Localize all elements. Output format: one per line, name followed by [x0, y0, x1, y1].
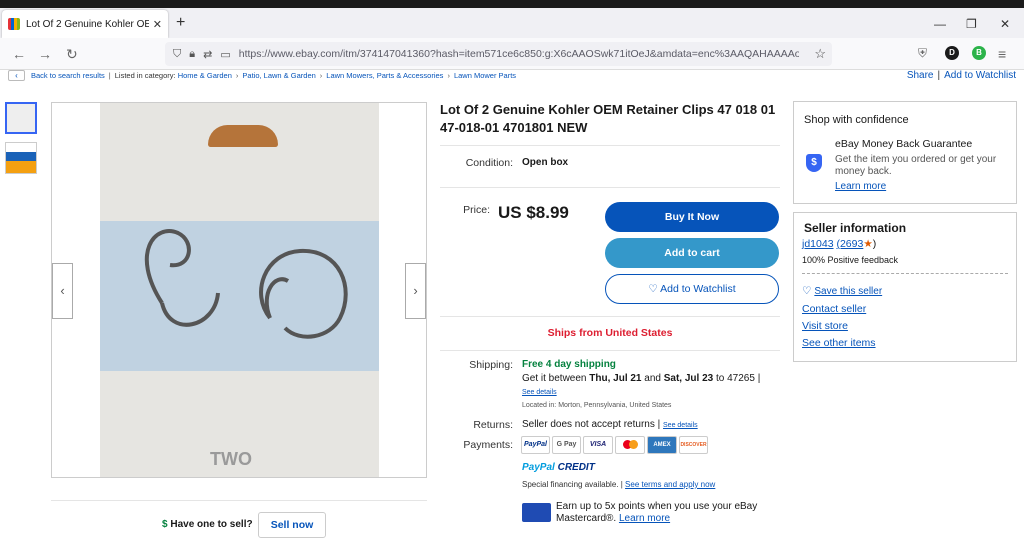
condition-label: Condition: — [465, 157, 513, 169]
contact-seller-link[interactable]: Contact seller — [802, 303, 866, 315]
shield-check-icon: $ — [806, 154, 822, 172]
tab-title: Lot Of 2 Genuine Kohler OEM R — [26, 18, 149, 30]
breadcrumb-item[interactable]: Lawn Mowers, Parts & Accessories — [326, 71, 443, 80]
minimize-icon[interactable]: — — [934, 17, 946, 31]
permissions-icon[interactable]: ⇄ — [203, 48, 212, 61]
positive-feedback: 100% Positive feedback — [802, 255, 899, 265]
returns-label: Returns: — [473, 419, 513, 431]
learn-more-link[interactable]: Learn more — [619, 513, 670, 524]
price-label: Price: — [463, 204, 490, 216]
ebay-favicon-icon — [8, 18, 20, 30]
returns-policy: Seller does not accept returns | See det… — [522, 419, 698, 430]
listing-page: ‹ Back to search results | Listed in cat… — [0, 70, 1024, 545]
reload-icon[interactable]: ↻ — [66, 46, 78, 63]
gallery-next-button[interactable]: › — [405, 263, 426, 319]
address-bar[interactable]: ⛉ 🔒︎ ⇄ ▭ https://www.ebay.com/itm/374147… — [165, 42, 832, 66]
add-to-cart-button[interactable]: Add to cart — [605, 238, 779, 268]
guarantee-learn-more-link[interactable]: Learn more — [835, 181, 886, 192]
tab-strip: Lot Of 2 Genuine Kohler OEM R ✕ + — ❐ ✕ — [0, 8, 1024, 38]
seller-name-link[interactable]: jd1043 — [802, 238, 834, 250]
image-gallery: TWO ‹ › — [51, 102, 427, 478]
shield-tracking-icon[interactable]: ⛉ — [173, 48, 181, 61]
sell-now-button[interactable]: Sell now — [258, 512, 326, 538]
buy-it-now-button[interactable]: Buy It Now — [605, 202, 779, 232]
guarantee-description: Get the item you ordered or get your mon… — [835, 154, 997, 177]
feedback-score-link[interactable]: (2693 — [836, 238, 863, 250]
forward-arrow-icon[interactable]: → — [38, 46, 52, 62]
share-link[interactable]: Share — [907, 70, 934, 81]
see-details-link[interactable]: See details — [522, 389, 557, 396]
pocket-icon[interactable]: ⛨ — [918, 46, 927, 61]
ships-from: Ships from United States — [547, 327, 673, 339]
amex-logo: AMEX — [647, 436, 677, 454]
back-arrow-icon[interactable]: ← — [12, 46, 26, 62]
watchlist-link[interactable]: Add to Watchlist — [944, 70, 1016, 81]
visit-store-link[interactable]: Visit store — [802, 320, 848, 332]
points-promo: Earn up to 5x points when you use your e… — [556, 501, 758, 524]
camera-off-icon[interactable]: ▭ — [220, 48, 230, 61]
shop-with-confidence-panel: Shop with confidence $ eBay Money Back G… — [793, 101, 1017, 204]
bookmark-star-icon[interactable]: ☆ — [814, 46, 826, 62]
heart-icon: ♡ — [802, 285, 812, 297]
seller-information-panel: Seller information jd1043 (2693★) 100% P… — [793, 212, 1017, 362]
shipping-label: Shipping: — [469, 359, 513, 371]
google-pay-logo: G Pay — [552, 436, 581, 454]
money-back-guarantee: eBay Money Back Guarantee — [835, 138, 973, 150]
confidence-title: Shop with confidence — [804, 114, 909, 126]
price-value: US $8.99 — [498, 203, 569, 222]
breadcrumb-item[interactable]: Patio, Lawn & Garden — [242, 71, 315, 80]
paypal-credit-logo: PayPal CREDIT — [522, 462, 595, 473]
os-title-bar — [0, 0, 1024, 8]
visa-logo: VISA — [583, 436, 613, 454]
breadcrumb-item[interactable]: Lawn Mower Parts — [454, 71, 516, 80]
add-to-watchlist-button[interactable]: ♡ Add to Watchlist — [605, 274, 779, 304]
share-watch-links: Share | Add to Watchlist — [906, 70, 1016, 81]
have-one-to-sell: $ Have one to sell? — [162, 519, 253, 530]
discover-logo: DISCOVER — [679, 436, 708, 454]
thumbnail-2[interactable] — [5, 142, 37, 174]
back-to-search-link[interactable]: Back to search results — [31, 71, 105, 80]
browser-tab[interactable]: Lot Of 2 Genuine Kohler OEM R ✕ — [2, 10, 168, 38]
ebay-mastercard-icon — [522, 503, 551, 522]
special-financing: Special financing available. | See terms… — [522, 480, 716, 489]
profile-b-icon[interactable]: B — [972, 46, 986, 60]
thumbnail-1[interactable] — [5, 102, 37, 134]
breadcrumb-item[interactable]: Home & Garden — [178, 71, 232, 80]
see-other-items-link[interactable]: See other items — [802, 337, 876, 349]
payments-label: Payments: — [463, 439, 513, 451]
url-text[interactable]: https://www.ebay.com/itm/374147041360?ha… — [239, 48, 799, 60]
lock-icon[interactable]: 🔒︎ — [189, 48, 195, 61]
maximize-icon[interactable]: ❐ — [966, 17, 977, 31]
returns-see-details-link[interactable]: See details — [663, 422, 698, 429]
save-seller-link[interactable]: ♡ Save this seller — [802, 285, 882, 297]
new-tab-button[interactable]: + — [176, 14, 185, 32]
paypal-logo: PayPal — [521, 436, 550, 454]
seller-info-title: Seller information — [804, 221, 907, 235]
item-title: Lot Of 2 Genuine Kohler OEM Retainer Cli… — [440, 102, 776, 135]
star-icon: ★ — [863, 238, 873, 250]
listed-in-label: Listed in category: — [114, 71, 176, 80]
free-shipping: Free 4 day shipping — [522, 359, 616, 370]
product-photo[interactable]: TWO — [100, 103, 379, 477]
item-location: Located in: Morton, Pennsylvania, United… — [522, 402, 672, 409]
delivery-estimate: Get it between Thu, Jul 21 and Sat, Jul … — [522, 373, 761, 384]
retainer-clips-image — [144, 229, 348, 339]
mastercard-logo — [615, 436, 645, 454]
close-window-icon[interactable]: ✕ — [1000, 17, 1010, 31]
navigation-bar: ← → ↻ ⛉ 🔒︎ ⇄ ▭ https://www.ebay.com/itm/… — [0, 38, 1024, 70]
condition-value: Open box — [522, 157, 569, 168]
tab-close-icon[interactable]: ✕ — [153, 18, 162, 31]
financing-terms-link[interactable]: See terms and apply now — [625, 480, 715, 489]
profile-d-icon[interactable]: D — [945, 46, 959, 60]
seller-id-score: jd1043 (2693★) — [802, 238, 877, 250]
gallery-prev-button[interactable]: ‹ — [52, 263, 73, 319]
heart-icon: ♡ — [648, 283, 658, 295]
back-chevron-icon[interactable]: ‹ — [8, 70, 25, 81]
menu-icon[interactable]: ≡ — [998, 46, 1006, 62]
breadcrumb: ‹ Back to search results | Listed in cat… — [8, 70, 516, 81]
photo-text: TWO — [210, 449, 252, 469]
